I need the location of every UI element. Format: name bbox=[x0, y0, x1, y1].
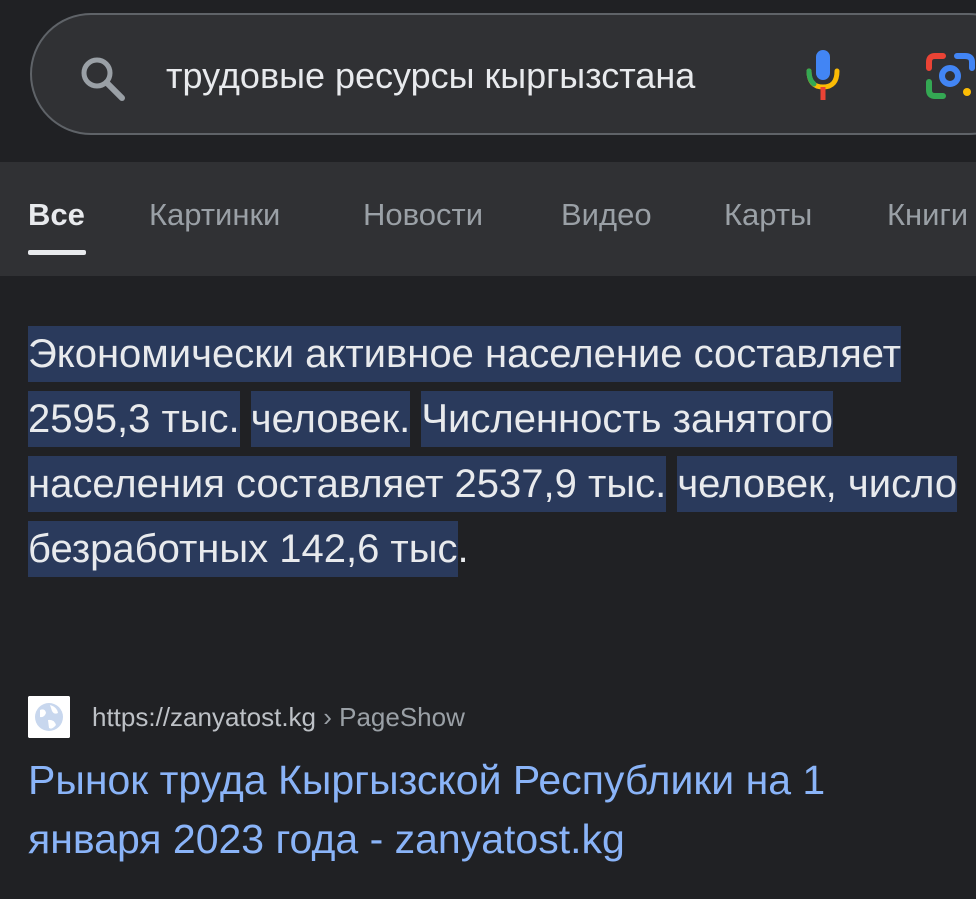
search-input[interactable]: трудовые ресурсы кыргызстана bbox=[166, 52, 695, 100]
tab-books[interactable]: Книги bbox=[887, 195, 968, 235]
result-url[interactable]: https://zanyatost.kg › PageShow bbox=[92, 701, 465, 733]
tab-news[interactable]: Новости bbox=[363, 195, 483, 235]
search-icon[interactable] bbox=[78, 54, 126, 102]
result-path: › PageShow bbox=[316, 702, 465, 732]
search-header: трудовые ресурсы кыргызстана bbox=[0, 0, 976, 162]
result-domain: https://zanyatost.kg bbox=[92, 702, 317, 732]
lens-icon[interactable] bbox=[925, 52, 976, 100]
tab-all[interactable]: Все bbox=[28, 195, 85, 235]
tab-videos[interactable]: Видео bbox=[561, 195, 652, 235]
snippet-highlight: человек. bbox=[250, 391, 411, 447]
search-tabs: Все Картинки Новости Видео Карты Книги bbox=[0, 162, 976, 276]
result-title-link[interactable]: Рынок труда Кыргызской Республики на 1 я… bbox=[28, 751, 968, 869]
featured-snippet: Экономически активное население составля… bbox=[28, 322, 968, 582]
tab-maps[interactable]: Карты bbox=[724, 195, 812, 235]
globe-icon[interactable] bbox=[28, 696, 70, 738]
tab-images[interactable]: Картинки bbox=[149, 195, 280, 235]
mic-icon[interactable] bbox=[805, 47, 841, 103]
active-tab-indicator bbox=[28, 250, 86, 255]
search-results-page: трудовые ресурсы кыргызстана Все Картинк… bbox=[0, 0, 976, 899]
snippet-text: . bbox=[457, 527, 469, 571]
